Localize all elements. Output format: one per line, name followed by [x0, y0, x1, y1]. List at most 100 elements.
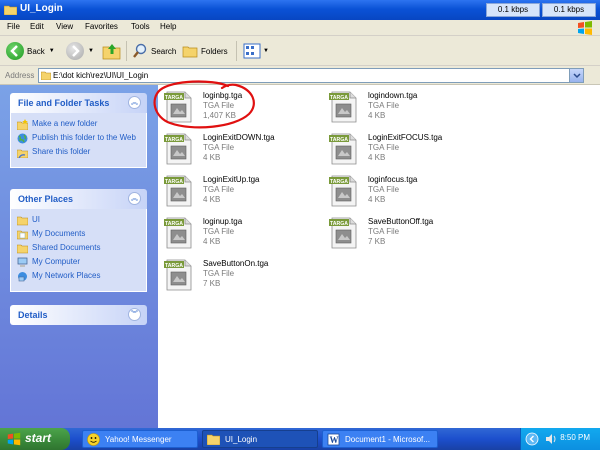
file-size: 4 KB [203, 237, 221, 246]
panel-header[interactable]: File and Folder Tasks ︽ [10, 93, 147, 113]
kbps-meter-1: 0.1 kbps [486, 3, 540, 17]
speaker-icon[interactable] [545, 433, 557, 447]
expand-icon[interactable]: ︾ [128, 308, 141, 321]
icon-badge-text: TARGA [165, 263, 183, 269]
forward-button[interactable]: ▼ [66, 41, 94, 61]
address-dropdown-button[interactable] [569, 69, 583, 82]
folder-icon [207, 434, 220, 445]
icon-badge-text: TARGA [330, 95, 348, 101]
new-folder-icon [17, 119, 28, 130]
tga-file-icon: TARGA [164, 217, 192, 249]
file-name: LoginExitFOCUS.tga [368, 133, 443, 142]
views-button[interactable]: ▼ [243, 41, 269, 61]
back-button[interactable]: Back ▼ [6, 41, 55, 61]
share-icon [17, 149, 28, 158]
file-item[interactable]: TARGA loginfocus.tga TGA File 4 KB [326, 173, 486, 209]
file-type: TGA File [368, 101, 400, 110]
tga-file-icon: TARGA [329, 175, 357, 207]
address-label: Address [5, 71, 35, 80]
file-type: TGA File [203, 143, 235, 152]
icon-badge-text: TARGA [165, 95, 183, 101]
tga-file-icon: TARGA [164, 91, 192, 123]
back-arrow-icon [6, 42, 24, 60]
file-type: TGA File [368, 143, 400, 152]
task-make-new-folder[interactable]: Make a new folder [17, 119, 140, 130]
file-item[interactable]: TARGA loginbg.tga TGA File 1,407 KB [161, 89, 321, 125]
tga-file-icon: TARGA [164, 259, 192, 291]
window-title: UI_Login [20, 3, 63, 14]
other-places-panel: Other Places ︽ UI My Documents Shared Do… [10, 189, 147, 292]
collapse-icon[interactable]: ︽ [128, 192, 141, 205]
file-item[interactable]: TARGA LoginExitDOWN.tga TGA File 4 KB [161, 131, 321, 167]
file-type: TGA File [203, 101, 235, 110]
place-my-documents[interactable]: My Documents [17, 229, 140, 240]
task-publish-web[interactable]: Publish this folder to the Web [17, 133, 140, 144]
search-button[interactable]: Search [132, 41, 176, 61]
taskbar-ui-login[interactable]: UI_Login [202, 430, 318, 448]
file-type: TGA File [203, 269, 235, 278]
collapse-icon[interactable]: ︽ [128, 96, 141, 109]
taskbar-yahoo-messenger[interactable]: Yahoo! Messenger [82, 430, 198, 448]
folders-icon [182, 46, 198, 58]
file-size: 4 KB [203, 195, 221, 204]
address-path: E:\dot kich\rez\UI\UI_Login [53, 71, 149, 80]
file-item[interactable]: TARGA logindown.tga TGA File 4 KB [326, 89, 486, 125]
menu-tools[interactable]: Tools [131, 22, 150, 31]
file-name: logindown.tga [368, 91, 418, 100]
file-name: LoginExitDOWN.tga [203, 133, 275, 142]
tga-file-icon: TARGA [329, 91, 357, 123]
back-dropdown-icon[interactable]: ▼ [49, 48, 55, 54]
place-my-computer[interactable]: My Computer [17, 257, 140, 268]
globe-icon [17, 133, 28, 144]
documents-icon [17, 230, 28, 240]
folders-button[interactable]: Folders [182, 41, 228, 61]
kbps-meter-2: 0.1 kbps [542, 3, 596, 17]
tga-file-icon: TARGA [329, 133, 357, 165]
file-item[interactable]: TARGA SaveButtonOff.tga TGA File 7 KB [326, 215, 486, 251]
file-name: SaveButtonOff.tga [368, 217, 434, 226]
panel-header[interactable]: Other Places ︽ [10, 189, 147, 209]
start-button[interactable]: start [0, 428, 70, 450]
file-name: LoginExitUp.tga [203, 175, 260, 184]
icon-badge-text: TARGA [165, 137, 183, 143]
up-folder-button[interactable] [102, 41, 122, 61]
forward-dropdown-icon[interactable]: ▼ [88, 48, 94, 54]
icon-badge-text: TARGA [165, 179, 183, 185]
clock: 8:50 PM [560, 433, 590, 442]
address-input[interactable]: E:\dot kich\rez\UI\UI_Login [38, 68, 584, 83]
word-icon: W [327, 433, 340, 446]
menu-help[interactable]: Help [160, 22, 176, 31]
tga-file-icon: TARGA [164, 175, 192, 207]
folder-icon [40, 71, 52, 82]
taskbar: start Yahoo! Messenger UI_Login W Docume… [0, 428, 600, 450]
windows-logo-icon [578, 21, 592, 35]
up-folder-icon [102, 44, 121, 60]
file-item[interactable]: TARGA loginup.tga TGA File 4 KB [161, 215, 321, 251]
tray-arrow-icon[interactable] [525, 432, 539, 448]
place-my-network[interactable]: My Network Places [17, 271, 140, 282]
icon-badge-text: TARGA [330, 221, 348, 227]
file-item[interactable]: TARGA LoginExitUp.tga TGA File 4 KB [161, 173, 321, 209]
menu-favorites[interactable]: Favorites [85, 22, 118, 31]
windows-logo-icon [7, 432, 21, 446]
file-size: 4 KB [368, 195, 386, 204]
menu-edit[interactable]: Edit [30, 22, 44, 31]
menu-file[interactable]: File [7, 22, 20, 31]
place-shared-documents[interactable]: Shared Documents [17, 243, 140, 254]
details-panel: Details ︾ [10, 305, 147, 325]
taskbar-word-document[interactable]: W Document1 - Microsof... [322, 430, 438, 448]
panel-header[interactable]: Details ︾ [10, 305, 147, 325]
title-bar[interactable]: UI_Login 0.1 kbps 0.1 kbps [0, 0, 600, 20]
file-size: 4 KB [368, 111, 386, 120]
search-icon [133, 43, 147, 58]
folder-icon [17, 216, 28, 226]
file-type: TGA File [368, 227, 400, 236]
computer-icon [17, 257, 28, 267]
place-ui[interactable]: UI [17, 215, 140, 226]
tga-file-icon: TARGA [329, 217, 357, 249]
task-share-folder[interactable]: Share this folder [17, 147, 140, 158]
file-item[interactable]: TARGA SaveButtonOn.tga TGA File 7 KB [161, 257, 321, 293]
menu-view[interactable]: View [56, 22, 73, 31]
file-name: loginfocus.tga [368, 175, 418, 184]
file-item[interactable]: TARGA LoginExitFOCUS.tga TGA File 4 KB [326, 131, 486, 167]
